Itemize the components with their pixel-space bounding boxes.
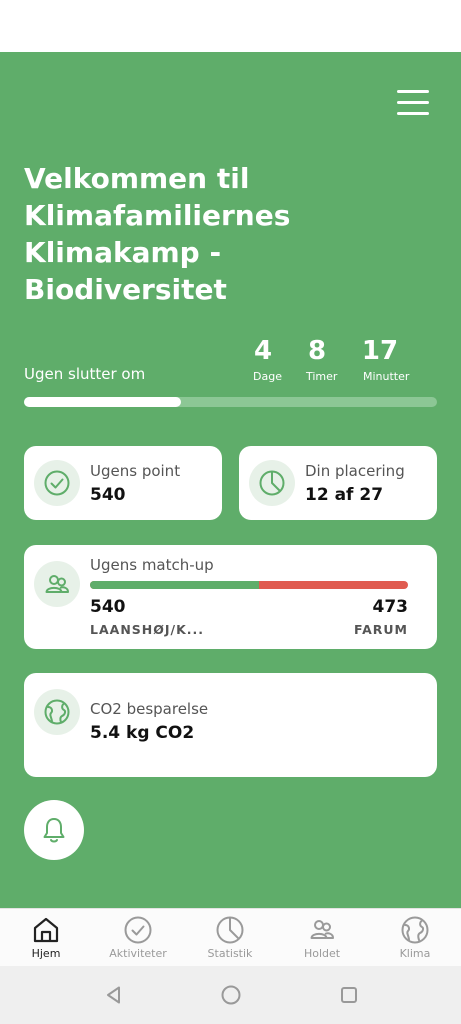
matchup-title: Ugens match-up	[90, 556, 214, 574]
status-bar	[0, 0, 461, 52]
recents-nav-icon[interactable]	[337, 983, 361, 1007]
bottom-tab-bar: Hjem Aktiviteter Statistik Holdet Klima	[0, 908, 461, 966]
tab-aktiviteter[interactable]: Aktiviteter	[92, 909, 184, 967]
points-card[interactable]: Ugens point 540	[24, 446, 222, 520]
home-screen: Velkommen til Klimafamiliernes Klimakamp…	[0, 52, 461, 908]
week-progress-bar	[24, 397, 437, 407]
notifications-button[interactable]	[24, 800, 84, 860]
matchup-home-team: LAANSHØJ/K...	[90, 622, 205, 637]
countdown-hours: 8	[307, 336, 327, 366]
matchup-bar	[90, 581, 408, 589]
tab-holdet-label: Holdet	[303, 947, 341, 960]
matchup-away-score: 473	[372, 597, 409, 617]
co2-card[interactable]: CO2 besparelse 5.4 kg CO2	[24, 673, 437, 777]
hamburger-menu-icon[interactable]	[393, 88, 433, 118]
tab-hjem[interactable]: Hjem	[0, 909, 92, 967]
points-value: 540	[90, 485, 126, 505]
matchup-bar-home	[90, 581, 260, 589]
home-nav-icon[interactable]	[219, 983, 243, 1007]
team-icon	[34, 561, 80, 607]
tab-klima-label: Klima	[399, 947, 431, 960]
matchup-home-score: 540	[90, 597, 126, 617]
pie-chart-icon	[216, 916, 244, 944]
countdown-label: Ugen slutter om	[24, 365, 146, 383]
countdown-hours-unit: Timer	[306, 370, 338, 383]
countdown-minutes-unit: Minutter	[363, 370, 410, 383]
tab-aktiviteter-label: Aktiviteter	[109, 947, 167, 960]
countdown-minutes: 17	[361, 336, 399, 366]
placement-value: 12 af 27	[305, 485, 384, 505]
android-navigation-bar	[0, 966, 461, 1024]
tab-holdet[interactable]: Holdet	[276, 909, 368, 967]
back-nav-icon[interactable]	[102, 983, 126, 1007]
week-progress-fill	[24, 397, 181, 407]
welcome-heading: Velkommen til Klimafamiliernes Klimakamp…	[24, 162, 291, 306]
check-circle-icon	[34, 460, 80, 506]
matchup-card[interactable]: Ugens match-up 540 473 LAANSHØJ/K... FAR…	[24, 545, 437, 649]
tab-statistik-label: Statistik	[207, 947, 253, 960]
globe-icon	[34, 689, 80, 735]
matchup-away-team: FARUM	[354, 622, 408, 637]
countdown-days: 4	[253, 336, 273, 366]
placement-title: Din placering	[305, 462, 405, 480]
points-title: Ugens point	[90, 462, 181, 480]
pie-chart-icon	[249, 460, 295, 506]
team-icon	[310, 920, 334, 939]
tab-statistik[interactable]: Statistik	[184, 909, 276, 967]
placement-card[interactable]: Din placering 12 af 27	[239, 446, 437, 520]
check-circle-icon	[124, 916, 152, 944]
co2-title: CO2 besparelse	[90, 700, 209, 718]
globe-icon	[401, 916, 429, 944]
tab-hjem-label: Hjem	[31, 947, 61, 960]
home-icon	[33, 917, 59, 943]
tab-klima[interactable]: Klima	[369, 909, 461, 967]
countdown-days-unit: Dage	[253, 370, 282, 383]
co2-value: 5.4 kg CO2	[90, 723, 195, 743]
bell-icon	[43, 818, 65, 843]
